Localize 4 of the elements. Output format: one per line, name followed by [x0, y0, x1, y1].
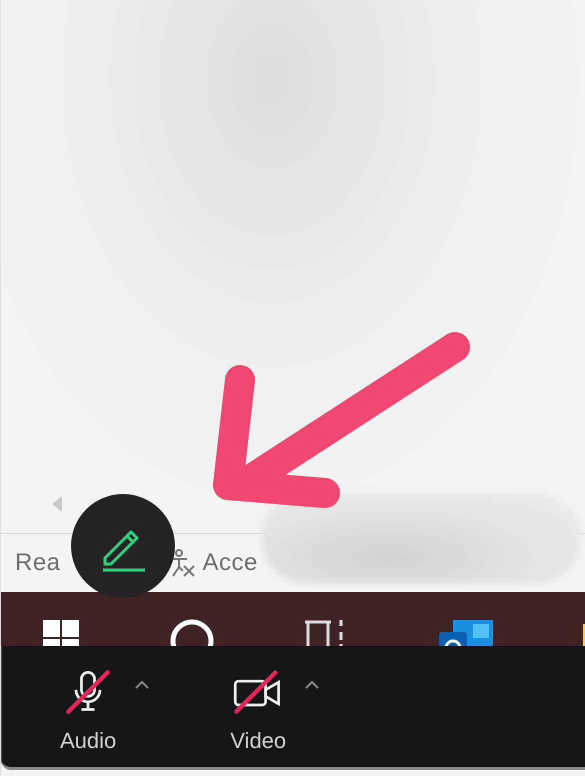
status-text: Acce — [202, 549, 258, 577]
video-button[interactable]: Video — [230, 668, 286, 754]
audio-button[interactable]: Audio — [60, 668, 116, 754]
status-text: Rea — [15, 549, 61, 577]
